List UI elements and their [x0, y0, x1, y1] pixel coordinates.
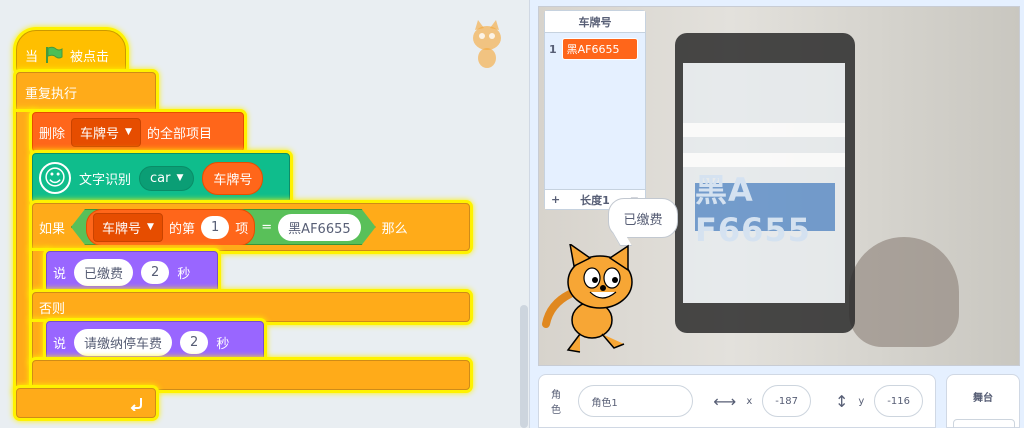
x-label: x: [746, 395, 753, 407]
else-arm: [32, 322, 46, 362]
forever-bottom: [16, 388, 156, 418]
code-area[interactable]: 当 被点击 重复执行 删除 车牌号 ▼ 的全部项目 ☺ 文字识别 car ▼ 车…: [0, 0, 530, 428]
say-text-input[interactable]: 已缴费: [74, 258, 134, 286]
say-text-input[interactable]: 请缴纳停车费: [74, 328, 173, 356]
forever-label: 重复执行: [25, 86, 78, 102]
item-of-list-reporter[interactable]: 车牌号 ▼ 的第 1 项: [86, 209, 255, 246]
when-flag-clicked-block[interactable]: 当 被点击: [16, 30, 126, 72]
hat-prefix: 当: [25, 49, 39, 65]
y-position-input[interactable]: -116: [874, 385, 923, 417]
ocr-source-dropdown[interactable]: car ▼: [139, 165, 195, 191]
say-for-secs-block[interactable]: 说 请缴纳停车费 2 秒: [46, 321, 264, 363]
sprite-label: 角色: [551, 390, 561, 416]
compare-value-input[interactable]: 黑AF6655: [278, 214, 360, 241]
secs-unit: 秒: [216, 336, 230, 352]
if-label: 如果: [39, 221, 66, 237]
y-label: y: [858, 395, 865, 407]
x-arrow-icon: ⟷: [713, 391, 737, 411]
index-input[interactable]: 1: [201, 216, 229, 239]
secs-unit: 秒: [177, 266, 191, 282]
stage-selector[interactable]: 舞台: [946, 374, 1020, 428]
license-plate: 黑A F6655: [695, 171, 835, 249]
sprite-cat-icon: [473, 20, 501, 68]
list-length: 长度1: [580, 193, 610, 207]
chevron-down-icon: ▼: [176, 173, 184, 183]
code-scrollbar[interactable]: [520, 305, 528, 428]
chevron-down-icon: ▼: [147, 222, 154, 232]
sprite-name-input[interactable]: 角色1: [578, 385, 694, 417]
if-arm: [32, 251, 46, 293]
background-person: [849, 237, 959, 347]
ocr-result-reporter[interactable]: 车牌号: [202, 161, 264, 195]
scratch-editor: 当 被点击 重复执行 删除 车牌号 ▼ 的全部项目 ☺ 文字识别 car ▼ 车…: [0, 0, 1024, 428]
equals-sign: =: [261, 219, 273, 235]
hat-suffix: 被点击: [70, 49, 110, 65]
item-of-label: 的第: [168, 221, 195, 237]
x-position-input[interactable]: -187: [762, 385, 811, 417]
stage-thumbnail: [953, 419, 1015, 428]
else-label: 否则: [39, 301, 66, 317]
delete-suffix: 的全部项目: [146, 126, 212, 142]
green-flag-icon: [46, 46, 63, 63]
list-dropdown[interactable]: 车牌号 ▼: [93, 213, 163, 242]
item-suffix: 项: [235, 221, 249, 237]
add-item-button[interactable]: +: [551, 193, 560, 206]
say-label: 说: [53, 266, 67, 282]
sprite-info-pane: 角色 角色1 ⟷ x -187 ↕ y -116: [538, 374, 936, 428]
list-monitor[interactable]: 车牌号 1 黑AF6655 + 长度1 =: [544, 10, 646, 210]
if-else-bottom: [32, 360, 470, 390]
say-secs-input[interactable]: 2: [141, 260, 170, 284]
ocr-label: 文字识别: [79, 172, 132, 188]
ocr-source-label: car: [150, 170, 171, 186]
cat-sprite[interactable]: [540, 244, 650, 356]
if-else-block[interactable]: 如果 车牌号 ▼ 的第 1 项 = 黑AF6655 那么: [32, 203, 470, 251]
chevron-down-icon: ▼: [125, 127, 132, 137]
equals-operator-block[interactable]: 车牌号 ▼ 的第 1 项 = 黑AF6655: [71, 209, 376, 245]
say-secs-input[interactable]: 2: [180, 330, 209, 354]
list-item-index: 1: [549, 42, 557, 56]
say-for-secs-block[interactable]: 说 已缴费 2 秒: [46, 251, 218, 293]
then-label: 那么: [381, 221, 408, 237]
phone-image: 黑A F6655: [675, 33, 855, 333]
y-arrow-icon: ↕: [834, 391, 849, 411]
delete-prefix: 删除: [39, 126, 66, 142]
delete-all-of-list-block[interactable]: 删除 车牌号 ▼ 的全部项目: [32, 112, 244, 152]
list-monitor-title: 车牌号: [545, 11, 645, 33]
forever-block[interactable]: 重复执行: [16, 72, 156, 112]
say-label: 说: [53, 336, 67, 352]
smiley-face-icon: ☺: [39, 162, 71, 194]
list-item: 1 黑AF6655: [545, 33, 645, 65]
loop-arrow-icon: [130, 398, 142, 411]
screen-stripe: [683, 123, 845, 137]
list-dropdown-label: 车牌号: [80, 126, 120, 142]
text-recognition-block[interactable]: ☺ 文字识别 car ▼ 车牌号: [32, 153, 290, 203]
forever-arm: [16, 112, 32, 392]
list-dropdown[interactable]: 车牌号 ▼: [71, 117, 141, 147]
list-dropdown-label: 车牌号: [102, 221, 142, 237]
else-bar: 否则: [32, 292, 470, 322]
list-item-value[interactable]: 黑AF6655: [561, 38, 638, 60]
